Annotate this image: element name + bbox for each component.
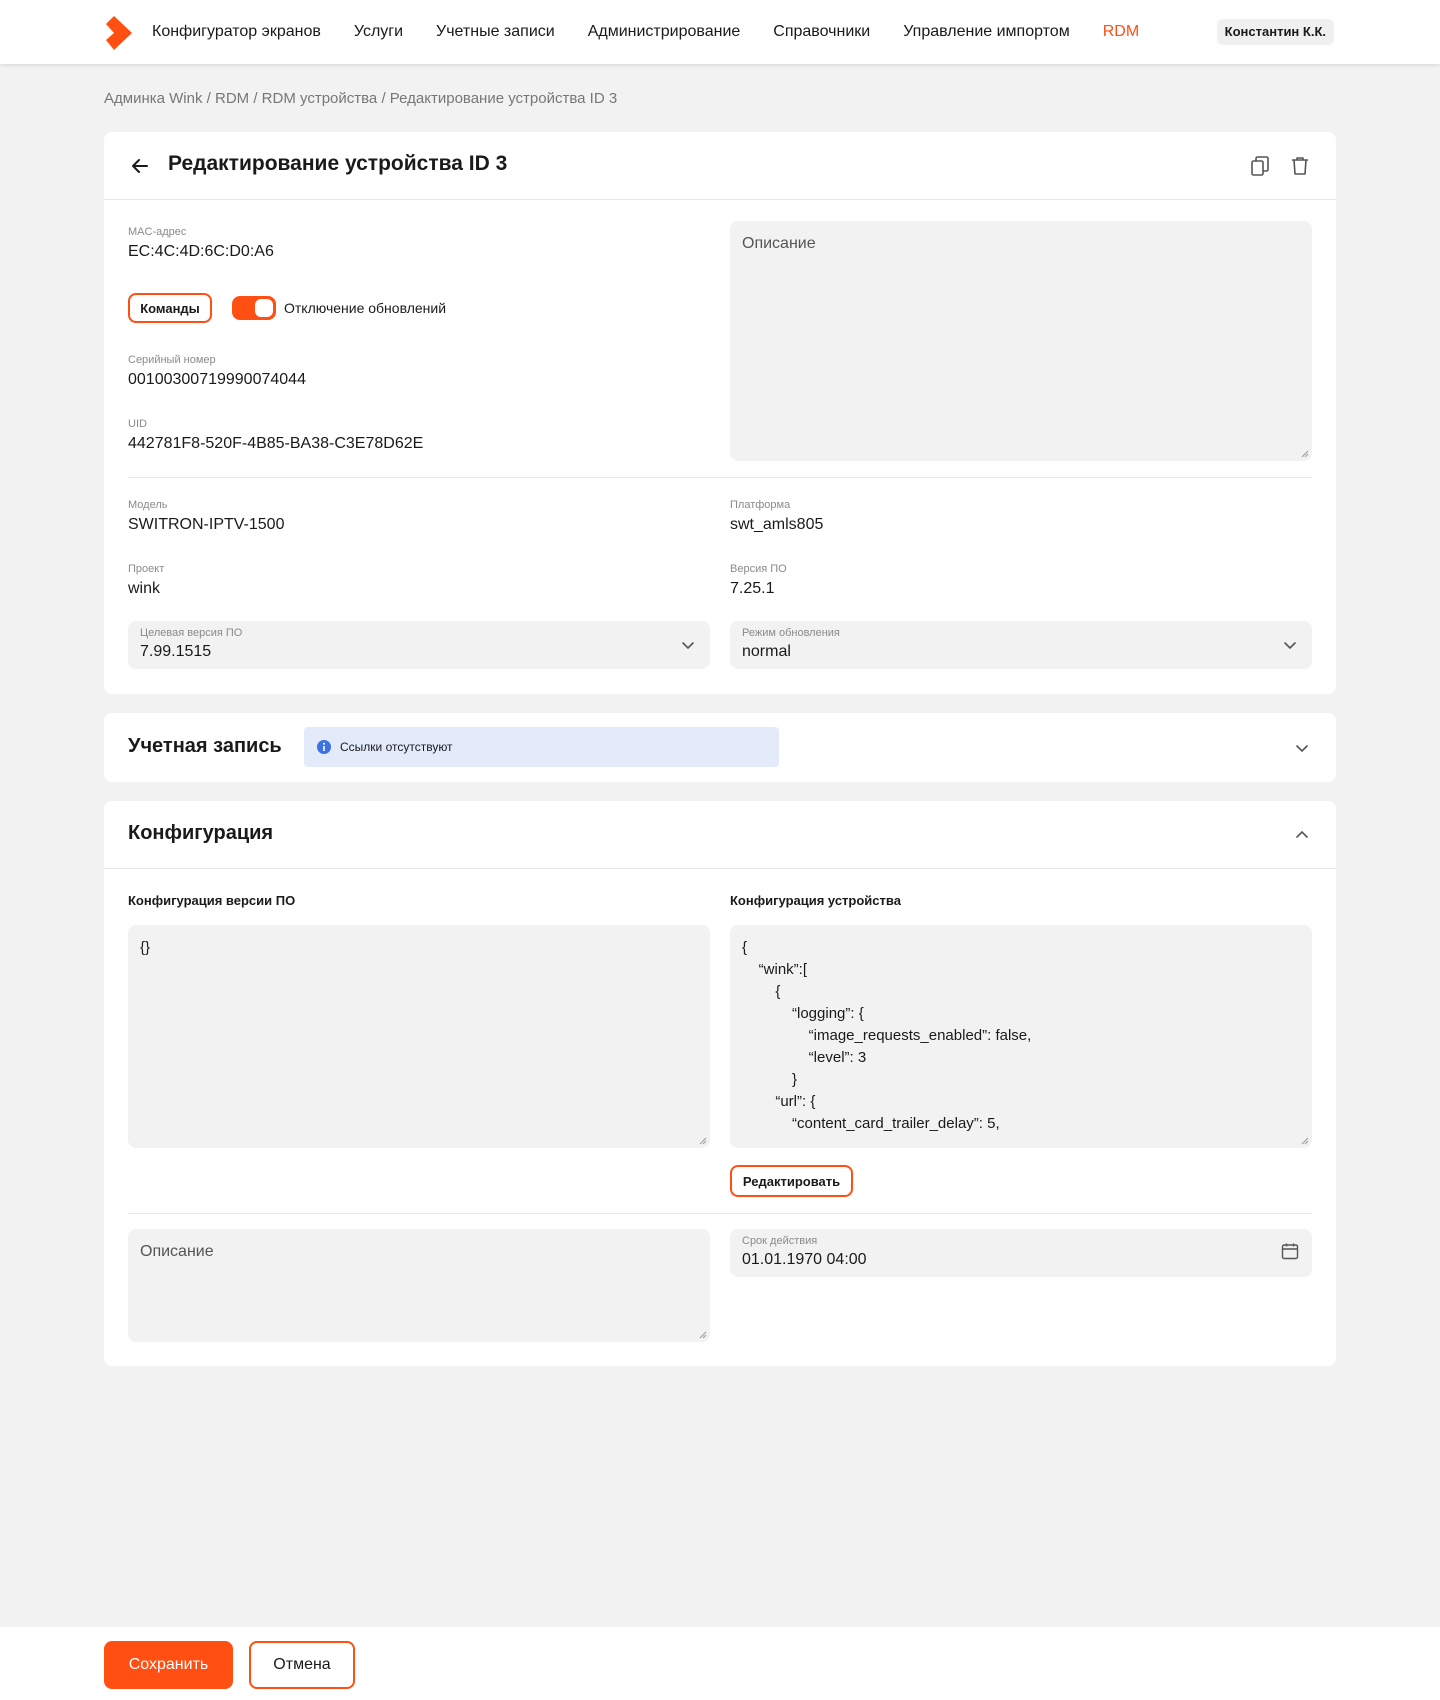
resize-grip-icon[interactable] xyxy=(1301,450,1309,458)
resize-grip-icon[interactable] xyxy=(699,1331,707,1339)
user-menu[interactable]: Константин К.К. xyxy=(1216,19,1334,45)
device-config-line: “image_requests_enabled”: false, xyxy=(742,1027,1032,1044)
info-text: Ссылки отсутствуют xyxy=(340,740,453,754)
fw-version-value: 7.25.1 xyxy=(730,580,775,597)
target-fw-select[interactable]: Целевая версия ПО 7.99.1515 xyxy=(128,621,710,669)
account-section[interactable]: Учетная запись Ссылки отсутствуют xyxy=(104,713,1336,782)
model-value: SWITRON-IPTV-1500 xyxy=(128,516,285,533)
device-config-line: { xyxy=(742,939,748,956)
wink-logo-icon[interactable] xyxy=(104,16,134,50)
copy-icon[interactable] xyxy=(1248,154,1272,178)
device-config-line: { xyxy=(742,983,781,1000)
toggle-knob xyxy=(255,299,273,317)
update-mode-value: normal xyxy=(742,643,791,660)
info-icon xyxy=(317,740,331,754)
serial-value: 00100300719990074044 xyxy=(128,371,306,388)
platform-label: Платформа xyxy=(730,499,791,511)
configuration-section: Конфигурация Конфигурация версии ПО Конф… xyxy=(104,801,1336,1366)
top-navigation-bar: Конфигуратор экранов Услуги Учетные записи… xyxy=(0,0,1440,64)
divider xyxy=(128,1213,1312,1214)
nav-item-6[interactable]: RDM xyxy=(1103,23,1139,41)
cancel-button[interactable]: Отмена xyxy=(249,1641,355,1689)
chevron-down-icon xyxy=(1284,642,1296,650)
description-placeholder: Описание xyxy=(742,235,816,252)
calendar-icon[interactable] xyxy=(1280,1241,1300,1261)
configuration-title: Конфигурация xyxy=(128,822,274,844)
resize-grip-icon[interactable] xyxy=(1301,1137,1309,1145)
device-config-input[interactable]: { “wink”:[ { “logging”: { “image_request… xyxy=(730,925,1312,1148)
disable-updates-label: Отключение обновлений xyxy=(284,300,447,316)
breadcrumb-item-3: Редактирование устройства ID 3 xyxy=(389,90,618,107)
platform-value: swt_amls805 xyxy=(730,516,824,533)
account-title: Учетная запись xyxy=(128,735,282,757)
expiry-value: 01.01.1970 04:00 xyxy=(742,1251,867,1268)
page-title: Редактирование устройства ID 3 xyxy=(168,152,508,175)
device-config-line: “url”: { xyxy=(742,1093,816,1110)
device-card-header: Редактирование устройства ID 3 xyxy=(104,132,1336,200)
nav-item-3[interactable]: Администрирование xyxy=(588,23,741,41)
device-config-line: “level”: 3 xyxy=(742,1049,867,1066)
arrow-left-icon[interactable] xyxy=(128,154,152,178)
project-value: wink xyxy=(128,580,161,597)
mac-value: EC:4C:4D:6C:D0:A6 xyxy=(128,243,274,260)
update-mode-select[interactable]: Режим обновления normal xyxy=(730,621,1312,669)
expiry-label: Срок действия xyxy=(742,1235,818,1247)
commands-button[interactable]: Команды xyxy=(128,293,212,323)
nav-item-1[interactable]: Услуги xyxy=(354,23,403,41)
config-description-input[interactable]: Описание xyxy=(128,1229,710,1342)
main-nav: Конфигуратор экранов Услуги Учетные записи… xyxy=(152,0,1172,64)
description-placeholder: Описание xyxy=(140,1243,214,1260)
breadcrumb-separator: / xyxy=(249,90,262,107)
target-fw-value: 7.99.1515 xyxy=(140,643,212,660)
breadcrumb-item-2[interactable]: RDM устройства xyxy=(262,90,378,107)
mac-label: MAC-адрес xyxy=(128,226,187,238)
breadcrumb-item-0[interactable]: Админка Wink xyxy=(104,90,202,107)
update-mode-label: Режим обновления xyxy=(742,627,840,639)
disable-updates-toggle[interactable] xyxy=(232,296,276,320)
project-label: Проект xyxy=(128,563,165,575)
nav-item-2[interactable]: Учетные записи xyxy=(436,23,555,41)
info-banner: Ссылки отсутствуют xyxy=(304,727,779,767)
divider xyxy=(128,477,1312,478)
expiry-date-input[interactable]: Срок действия 01.01.1970 04:00 xyxy=(730,1229,1312,1277)
nav-item-0[interactable]: Конфигуратор экранов xyxy=(152,23,321,41)
model-label: Модель xyxy=(128,499,168,511)
device-config-label: Конфигурация устройства xyxy=(730,893,901,908)
chevron-down-icon xyxy=(682,642,694,650)
device-config-line: “wink”:[ xyxy=(742,961,808,978)
nav-item-5[interactable]: Управление импортом xyxy=(903,23,1069,41)
breadcrumb-separator: / xyxy=(202,90,215,107)
device-card: Редактирование устройства ID 3 MAC-адрес… xyxy=(104,132,1336,694)
device-config-line: } xyxy=(742,1071,798,1088)
fw-config-value: {} xyxy=(140,939,151,956)
edit-config-button[interactable]: Редактировать xyxy=(730,1165,853,1197)
breadcrumb: Админка Wink / RDM / RDM устройства / Ре… xyxy=(104,90,617,107)
chevron-down-icon[interactable] xyxy=(1292,738,1312,758)
uid-value: 442781F8-520F-4B85-BA38-C3E78D62E xyxy=(128,435,424,452)
fw-config-input[interactable]: {} xyxy=(128,925,710,1148)
fw-config-label: Конфигурация версии ПО xyxy=(128,893,296,908)
breadcrumb-item-1[interactable]: RDM xyxy=(215,90,249,107)
save-button[interactable]: Сохранить xyxy=(104,1641,233,1689)
nav-item-4[interactable]: Справочники xyxy=(773,23,870,41)
chevron-up-icon[interactable] xyxy=(1292,825,1312,845)
configuration-header[interactable]: Конфигурация xyxy=(104,801,1336,869)
resize-grip-icon[interactable] xyxy=(699,1137,707,1145)
uid-label: UID xyxy=(128,418,147,430)
device-description-input[interactable]: Описание xyxy=(730,221,1312,461)
breadcrumb-separator: / xyxy=(377,90,390,107)
trash-icon[interactable] xyxy=(1288,154,1312,178)
target-fw-label: Целевая версия ПО xyxy=(140,627,243,639)
footer-actions: Сохранить Отмена xyxy=(0,1627,1440,1700)
serial-label: Серийный номер xyxy=(128,354,216,366)
device-config-line: “content_card_trailer_delay”: 5, xyxy=(742,1115,1000,1132)
fw-version-label: Версия ПО xyxy=(730,563,787,575)
device-config-line: “logging”: { xyxy=(742,1005,864,1022)
